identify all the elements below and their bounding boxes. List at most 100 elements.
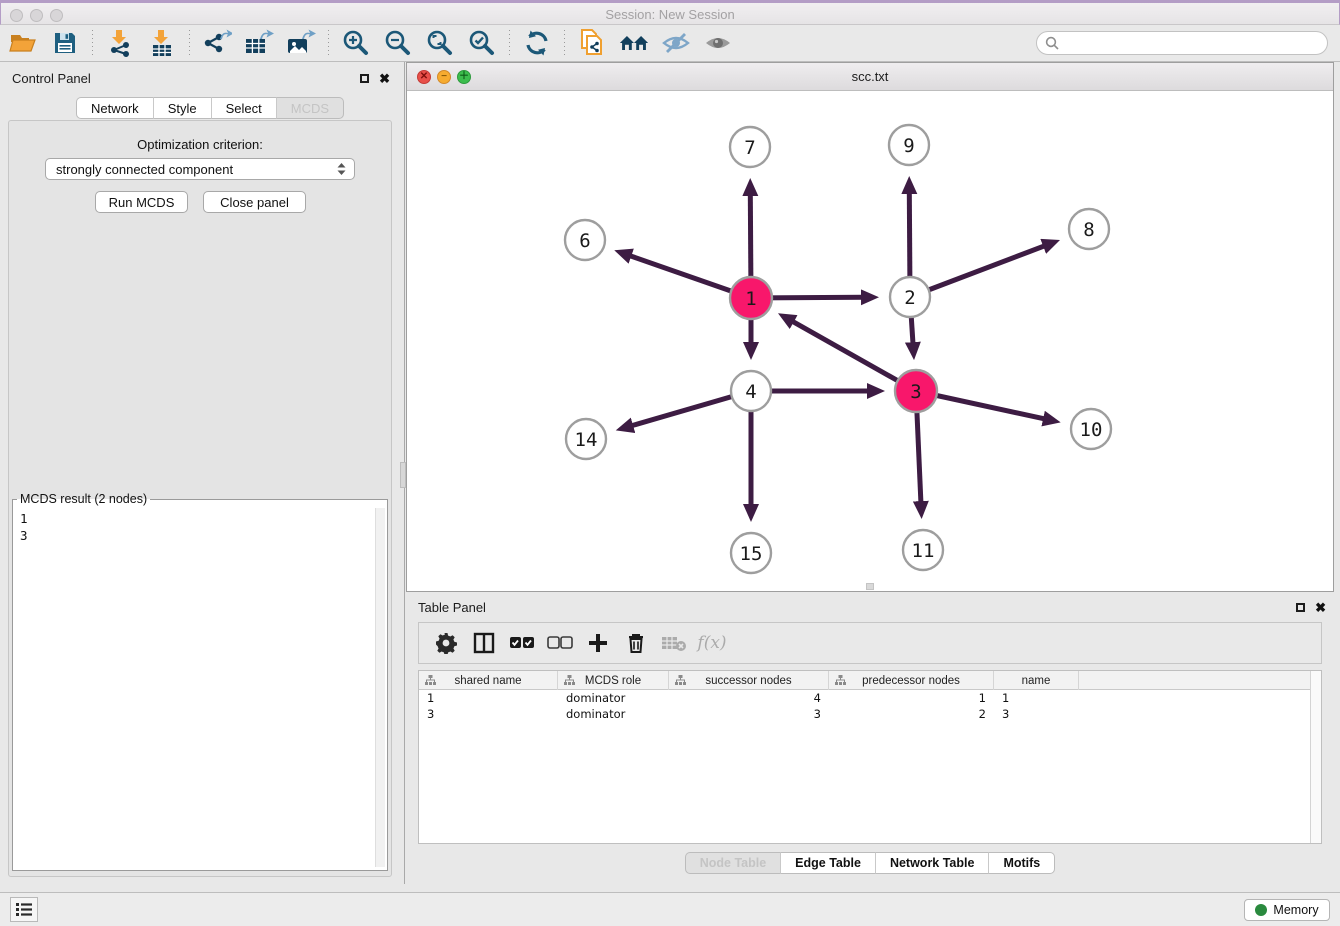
- float-panel-icon[interactable]: [360, 74, 369, 83]
- node-10[interactable]: 10: [1071, 409, 1111, 449]
- deselect-all-icon[interactable]: [545, 628, 575, 658]
- settings-gear-icon[interactable]: [431, 628, 461, 658]
- column-header-predecessor-nodes[interactable]: predecessor nodes: [829, 671, 994, 690]
- table-close-icon[interactable]: ✖: [1315, 601, 1326, 614]
- application-window: Session: New Session: [0, 0, 1340, 926]
- search-input[interactable]: [1064, 36, 1327, 50]
- table-cell[interactable]: dominator: [558, 690, 669, 706]
- node-8[interactable]: 8: [1069, 209, 1109, 249]
- table-body: 1dominator4113dominator323: [419, 690, 1321, 722]
- add-row-icon[interactable]: [583, 628, 613, 658]
- table-cell[interactable]: 4: [669, 690, 829, 706]
- table-cell[interactable]: 3: [994, 706, 1079, 722]
- search-icon: [1045, 36, 1059, 50]
- refresh-icon[interactable]: [522, 28, 552, 58]
- main-titlebar: Session: New Session: [0, 0, 1340, 25]
- import-network-icon[interactable]: [105, 28, 135, 58]
- memory-button[interactable]: Memory: [1244, 899, 1330, 921]
- node-table[interactable]: shared name MCDS rolesuccessor nodesprede…: [418, 670, 1322, 844]
- memory-status-icon: [1255, 904, 1267, 916]
- node-6[interactable]: 6: [565, 220, 605, 260]
- hide-selected-eye-icon[interactable]: [661, 28, 691, 58]
- network-splitter-handle[interactable]: [866, 583, 874, 590]
- open-session-icon[interactable]: [8, 28, 38, 58]
- tab-mcds[interactable]: MCDS: [277, 97, 344, 119]
- zoom-in-icon[interactable]: [341, 28, 371, 58]
- column-header-name[interactable]: name: [994, 671, 1079, 690]
- toolbar-separator: [92, 30, 93, 56]
- show-all-eye-icon[interactable]: [703, 28, 733, 58]
- table-cell[interactable]: 3: [419, 706, 558, 722]
- table-cell[interactable]: 3: [669, 706, 829, 722]
- table-header-row: shared name MCDS rolesuccessor nodesprede…: [419, 671, 1321, 690]
- table-cell[interactable]: 2: [829, 706, 994, 722]
- clone-network-icon[interactable]: [577, 28, 607, 58]
- column-label: shared name: [454, 675, 521, 687]
- function-builder-icon: f(x): [697, 628, 727, 658]
- table-cell[interactable]: 1: [994, 690, 1079, 706]
- toolbar-separator: [328, 30, 329, 56]
- network-canvas[interactable]: 1 2 3 4 6 7 8 9 10 11 14 15: [407, 91, 1333, 591]
- column-header-shared-name[interactable]: shared name: [419, 671, 558, 690]
- criterion-select[interactable]: strongly connected component: [45, 158, 355, 180]
- node-11[interactable]: 11: [903, 530, 943, 570]
- zoom-fit-icon[interactable]: [425, 28, 455, 58]
- import-table-icon[interactable]: [147, 28, 177, 58]
- table-row[interactable]: 3dominator323: [419, 706, 1321, 722]
- svg-text:6: 6: [579, 230, 590, 252]
- select-chevrons-icon: [336, 162, 347, 176]
- run-mcds-button[interactable]: Run MCDS: [95, 191, 188, 213]
- network-graph[interactable]: 1 2 3 4 6 7 8 9 10 11 14 15: [407, 91, 1333, 591]
- tab-select[interactable]: Select: [212, 97, 277, 119]
- table-panel-header: Table Panel ✖: [418, 600, 1326, 615]
- node-9[interactable]: 9: [889, 125, 929, 165]
- export-network-icon[interactable]: [202, 28, 232, 58]
- node-3[interactable]: 3: [895, 370, 937, 412]
- toolbar-separator: [509, 30, 510, 56]
- show-column-icon[interactable]: [469, 628, 499, 658]
- table-row[interactable]: 1dominator411: [419, 690, 1321, 706]
- close-panel-icon[interactable]: ✖: [379, 72, 390, 85]
- svg-text:2: 2: [904, 287, 915, 309]
- column-header-MCDS-role[interactable]: MCDS role: [558, 671, 669, 690]
- edge-2-8[interactable]: [910, 245, 1046, 297]
- network-window-titlebar[interactable]: ✕ − ＋ scc.txt: [407, 63, 1333, 91]
- close-panel-button[interactable]: Close panel: [203, 191, 306, 213]
- tab-style[interactable]: Style: [154, 97, 212, 119]
- node-14[interactable]: 14: [566, 419, 606, 459]
- table-float-icon[interactable]: [1296, 603, 1305, 612]
- node-2[interactable]: 2: [890, 277, 930, 317]
- zoom-selected-icon[interactable]: [467, 28, 497, 58]
- toolbar-separator: [564, 30, 565, 56]
- tab-motifs[interactable]: Motifs: [989, 852, 1055, 874]
- table-cell[interactable]: dominator: [558, 706, 669, 722]
- export-table-icon[interactable]: [244, 28, 274, 58]
- svg-text:9: 9: [903, 135, 914, 157]
- export-image-icon[interactable]: [286, 28, 316, 58]
- select-all-icon[interactable]: [507, 628, 537, 658]
- main-toolbar: [0, 25, 1340, 62]
- node-1[interactable]: 1: [730, 277, 772, 319]
- table-cell[interactable]: 1: [419, 690, 558, 706]
- tab-edge-table[interactable]: Edge Table: [781, 852, 876, 874]
- mcds-result-scrollbar[interactable]: [375, 508, 385, 867]
- delete-row-icon[interactable]: [621, 628, 651, 658]
- zoom-out-icon[interactable]: [383, 28, 413, 58]
- tab-network-table[interactable]: Network Table: [876, 852, 990, 874]
- node-15[interactable]: 15: [731, 533, 771, 573]
- table-scrollbar[interactable]: [1310, 671, 1321, 843]
- optimization-criterion-label: Optimization criterion:: [0, 137, 400, 152]
- tab-node-table[interactable]: Node Table: [685, 852, 781, 874]
- table-panel: Table Panel ✖: [406, 594, 1340, 886]
- search-box[interactable]: [1036, 31, 1328, 55]
- svg-text:3: 3: [910, 381, 921, 403]
- tab-network[interactable]: Network: [76, 97, 154, 119]
- task-history-button[interactable]: [10, 897, 38, 922]
- node-7[interactable]: 7: [730, 127, 770, 167]
- table-cell[interactable]: 1: [829, 690, 994, 706]
- memory-label: Memory: [1273, 903, 1318, 917]
- save-session-icon[interactable]: [50, 28, 80, 58]
- home-layout-icon[interactable]: [619, 28, 649, 58]
- column-header-successor-nodes[interactable]: successor nodes: [669, 671, 829, 690]
- node-4[interactable]: 4: [731, 371, 771, 411]
